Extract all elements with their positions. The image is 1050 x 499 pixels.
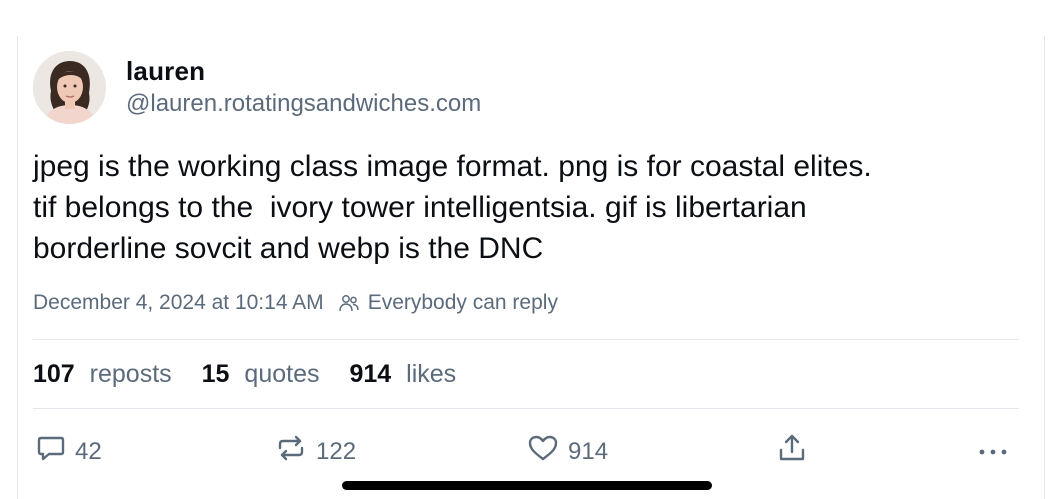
reply-button[interactable]: 42	[35, 432, 102, 471]
avatar[interactable]	[33, 51, 106, 124]
post-text: jpeg is the working class image format. …	[33, 150, 872, 265]
author-handle[interactable]: @lauren.rotatingsandwiches.com	[126, 90, 481, 118]
engagement-stats: 107 reposts 15 quotes 914 likes	[33, 360, 486, 389]
more-options-button[interactable]	[975, 432, 1019, 471]
reposts-count: 107	[33, 360, 75, 388]
post-meta: December 4, 2024 at 10:14 AM Everybody c…	[33, 291, 558, 315]
like-count: 914	[568, 437, 609, 465]
ellipsis-icon	[975, 432, 1019, 471]
author-display-name[interactable]: lauren	[126, 56, 205, 87]
people-icon	[338, 292, 360, 314]
reply-setting[interactable]: Everybody can reply	[368, 291, 558, 315]
share-upload-icon	[776, 432, 816, 471]
divider	[33, 408, 1019, 409]
reposts-stat[interactable]: 107 reposts	[33, 360, 172, 389]
home-indicator[interactable]	[342, 481, 712, 490]
repost-arrows-icon	[274, 432, 316, 471]
reposts-label: reposts	[89, 360, 172, 388]
post-actions: 42 122 914	[0, 432, 1050, 472]
speech-bubble-icon	[35, 432, 75, 471]
likes-label: likes	[406, 360, 457, 388]
quotes-label: quotes	[244, 360, 320, 388]
divider	[33, 339, 1019, 340]
quotes-count: 15	[201, 360, 230, 388]
post-timestamp[interactable]: December 4, 2024 at 10:14 AM	[33, 291, 324, 315]
likes-count: 914	[349, 360, 392, 388]
repost-count: 122	[316, 437, 357, 465]
likes-stat[interactable]: 914 likes	[349, 360, 456, 389]
post-view: lauren @lauren.rotatingsandwiches.com jp…	[0, 0, 1050, 499]
quotes-stat[interactable]: 15 quotes	[202, 360, 320, 389]
share-button[interactable]	[776, 432, 816, 471]
heart-icon	[526, 432, 568, 471]
like-button[interactable]: 914	[526, 432, 608, 471]
reply-count: 42	[75, 437, 102, 465]
repost-button[interactable]: 122	[274, 432, 356, 471]
